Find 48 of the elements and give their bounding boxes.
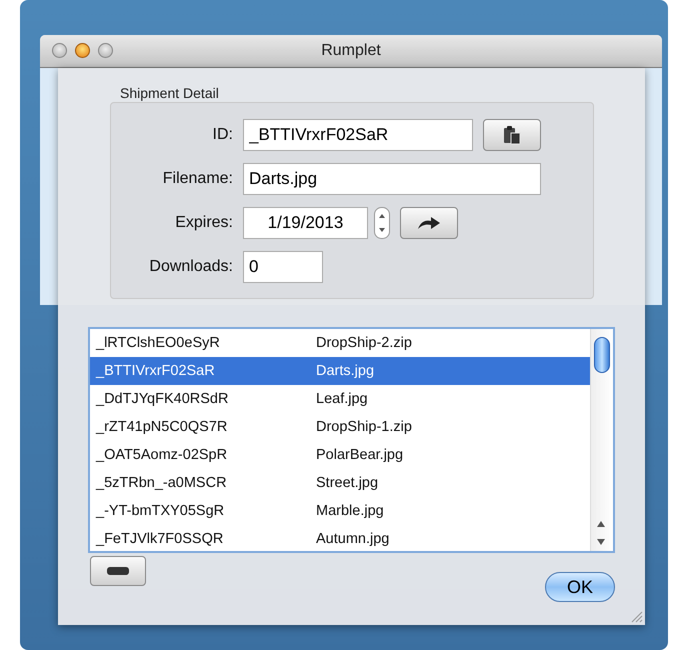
ok-button[interactable]: OK	[545, 572, 615, 602]
id-field[interactable]: _BTTIVrxrF02SaR	[243, 119, 473, 151]
field-label: ID:	[212, 126, 233, 144]
curved-arrow-icon	[417, 216, 441, 230]
id-cell-text: _5zTRbn_-a0MSCR	[94, 475, 228, 491]
scroll-thumb[interactable]	[594, 337, 610, 373]
stepper-control[interactable]	[374, 207, 390, 239]
field-label: Expires:	[174, 214, 233, 232]
list-row[interactable]: _FeTJVlk7F0SSQR Autumn.jpg	[90, 525, 590, 553]
date-field[interactable]: 1/19/2013	[243, 207, 368, 239]
id-cell-text: _OAT5Aomz-02SpR	[94, 447, 228, 463]
filename-cell: DropShip-1.zip	[316, 419, 412, 435]
minus-icon	[107, 567, 129, 575]
filename-cell: Darts.jpg	[316, 363, 374, 379]
list-row[interactable]: _OAT5Aomz-02SpR PolarBear.jpg	[90, 441, 590, 469]
filename-field[interactable]: Darts.jpg	[243, 163, 541, 195]
id-cell-text: _BTTIVrxrF02SaR	[94, 363, 216, 379]
id-cell-text: _lRTClshEO0eSyR	[94, 335, 221, 351]
filename-cell: Marble.jpg	[316, 503, 384, 519]
list-row[interactable]: _rZT41pN5C0QS7R DropShip-1.zip	[90, 413, 590, 441]
field-label: Downloads:	[148, 258, 233, 276]
list-row[interactable]: _BTTIVrxrF02SaR Darts.jpg	[90, 357, 590, 385]
list-row[interactable]: _-YT-bmTXY05SgR Marble.jpg	[90, 497, 590, 525]
remove-button[interactable]	[90, 556, 146, 586]
filename-cell: Leaf.jpg	[316, 391, 368, 407]
list-row[interactable]: _lRTClshEO0eSyR DropShip-2.zip	[90, 329, 590, 357]
filename-cell: Street.jpg	[316, 475, 378, 491]
group-title: Shipment Detail	[120, 84, 220, 102]
list-row[interactable]: _DdTJYqFK40RSdR Leaf.jpg	[90, 385, 590, 413]
id-cell-text: _-YT-bmTXY05SgR	[94, 503, 226, 519]
list-row[interactable]: _5zTRbn_-a0MSCR Street.jpg	[90, 469, 590, 497]
window-title: Rumplet	[321, 42, 381, 60]
resize-grip-icon[interactable]	[629, 609, 643, 623]
minimize-button[interactable]	[75, 43, 90, 58]
id-cell-text: _rZT41pN5C0QS7R	[94, 419, 228, 435]
downloads-field[interactable]: 0	[243, 251, 323, 283]
filename-cell: DropShip-2.zip	[316, 335, 412, 351]
clipboard-icon	[503, 125, 521, 145]
zoom-button[interactable]	[98, 43, 113, 58]
filename-cell: Autumn.jpg	[316, 531, 390, 547]
filename-cell: PolarBear.jpg	[316, 447, 404, 463]
close-button[interactable]	[52, 43, 67, 58]
id-cell-text: _DdTJYqFK40RSdR	[94, 391, 230, 407]
arrow-button[interactable]	[400, 207, 458, 239]
field-label: Filename:	[162, 170, 233, 188]
clipboard-button[interactable]	[483, 119, 541, 151]
scroll-bar[interactable]	[590, 329, 613, 551]
id-cell-text: _FeTJVlk7F0SSQR	[94, 531, 224, 547]
